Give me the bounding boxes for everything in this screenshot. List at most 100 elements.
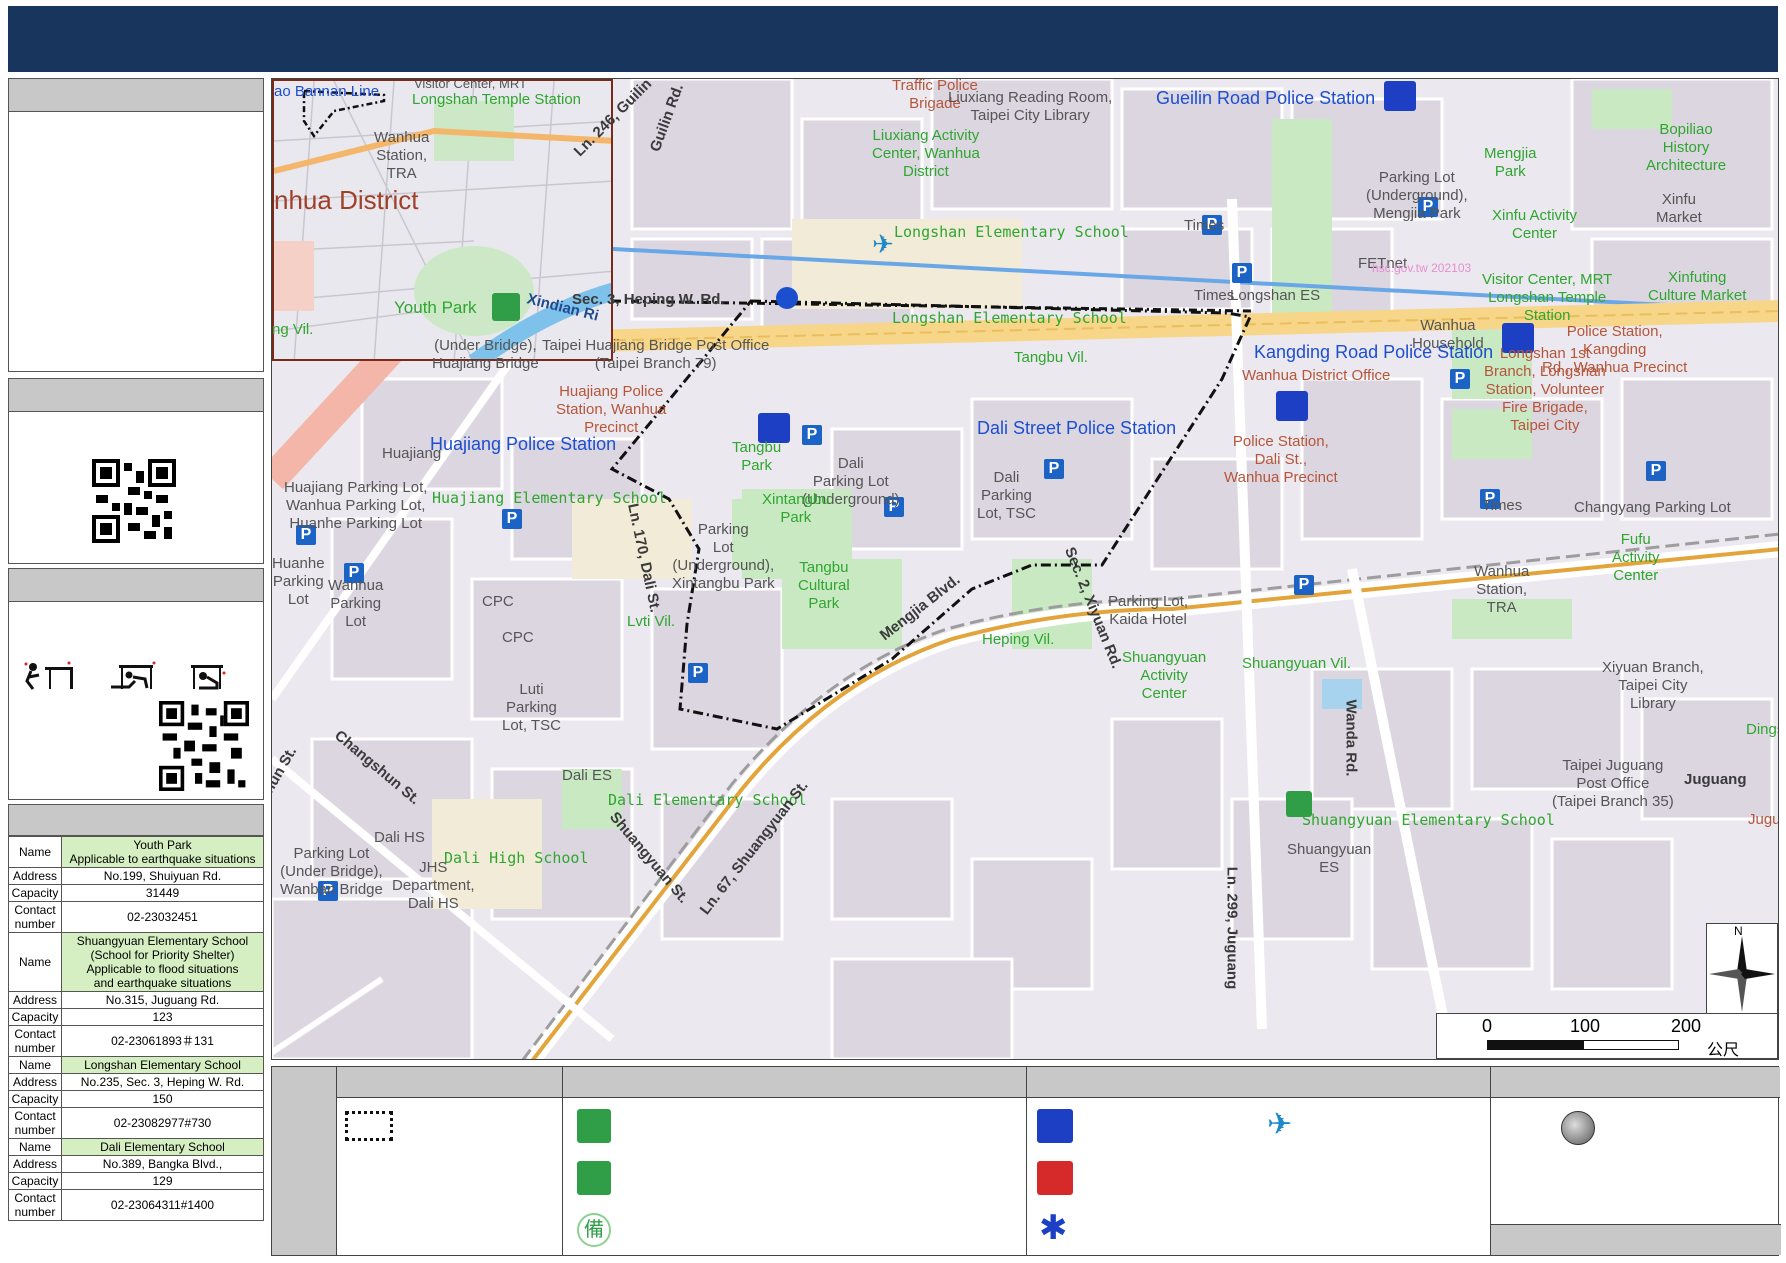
qr-panel <box>8 378 264 564</box>
shelter-name: Longshan Elementary School <box>61 1056 264 1074</box>
info-panel <box>8 78 264 372</box>
helicopter-icon: ✈ <box>1267 1108 1293 1141</box>
place-label: Parking Lot (Underground), Mengjia Park <box>1366 169 1468 222</box>
parking-icon: P <box>688 663 708 683</box>
place-label: Jugu <box>1748 811 1779 828</box>
place-label: Times <box>1482 497 1523 514</box>
place-label: Mengjia Park <box>1484 145 1537 180</box>
place-label: Shuangyuan Activity Center <box>1122 649 1207 702</box>
legend-column-header <box>1027 1067 1490 1098</box>
place-label: Gueilin Road Police Station <box>1156 88 1376 108</box>
legend-column-shelters: 備 <box>562 1067 1026 1255</box>
legend-column-header <box>1491 1067 1780 1098</box>
shelter-contact: 02-23064311#1400 <box>61 1189 264 1221</box>
qr-code[interactable] <box>92 459 176 543</box>
place-label: Taipei Huajiang Bridge Post Office (Taip… <box>542 337 770 372</box>
shelter-capacity: 150 <box>61 1090 264 1108</box>
scale-tick-100: 100 <box>1570 1016 1601 1036</box>
shelter-icon <box>577 1109 611 1143</box>
drop-cover-panel-header <box>9 569 263 602</box>
legend-title-column <box>272 1067 336 1255</box>
place-label: Huajiang Police Station <box>430 434 617 454</box>
place-label: Huanhe Parking Lot <box>272 555 325 608</box>
inset-base <box>274 81 611 359</box>
place-label: Longshan Elementary School <box>894 223 1129 241</box>
place-label: Huajiang Police Station, Wanhua Precinct <box>556 383 667 436</box>
medical-icon: ✱ <box>1039 1209 1068 1247</box>
place-label: Tangbu Park <box>732 439 782 474</box>
north-arrow: N <box>1706 923 1778 1015</box>
shelter-key: Contact number <box>8 901 62 933</box>
park-icon <box>577 1161 611 1195</box>
place-label: Juguang <box>1684 771 1747 788</box>
legend-footer-bar <box>1491 1224 1781 1255</box>
place-label: Parking Lot, Kaida Hotel <box>1108 593 1189 628</box>
shelter-panel-header <box>8 804 264 836</box>
place-label: Changyang Parking Lot <box>1574 499 1731 516</box>
scale-tick-200: 200 <box>1671 1016 1702 1036</box>
qr-code-2[interactable] <box>159 701 249 791</box>
shelter-key: Capacity <box>8 884 62 902</box>
inset-label-longshan-temple: Longshan Temple Station <box>412 91 582 108</box>
grey-circle-icon <box>1561 1111 1595 1145</box>
inset-label-wanhua-station: Wanhua Station, TRA <box>374 129 430 182</box>
table-row: Capacity 123 <box>8 1008 264 1026</box>
parking-icon: P <box>802 425 822 445</box>
shelter-key: Name <box>8 836 62 868</box>
place-label: Visitor Center, MRT Longshan Temple Stat… <box>1482 271 1613 324</box>
drop-cover-panel <box>8 568 264 800</box>
map-frame[interactable]: ao Bannan Line Visitor Center, MRT Longs… <box>271 78 1779 1060</box>
qr-code-graphic <box>92 459 176 543</box>
parking-icon: P <box>1294 575 1314 595</box>
place-label: Wanhua Station, TRA <box>1474 563 1530 616</box>
scale-unit: 公尺 <box>1707 1042 1740 1059</box>
legend-column-other <box>1490 1067 1781 1255</box>
fire-icon <box>1037 1161 1073 1195</box>
shelter-key: Name <box>8 1138 62 1156</box>
drop-icon <box>24 661 73 690</box>
shelter-key: Address <box>8 991 62 1009</box>
place-label: Longshan ES <box>1230 287 1321 304</box>
place-label: Times <box>1184 217 1225 234</box>
place-label: Xinfu Market <box>1656 191 1702 226</box>
shelter-name: Dali Elementary School <box>61 1138 264 1156</box>
place-label: Longshan 1st Branch, Longshan Station, V… <box>1484 345 1606 434</box>
place-label: Longshan Elementary School <box>892 309 1127 327</box>
shelter-key: Name <box>8 932 62 992</box>
shelter-key: Capacity <box>8 1090 62 1108</box>
street-label: Ln. 299, Juguang <box>1223 866 1241 990</box>
shelter-panel-header-bar <box>9 805 263 835</box>
place-label: Wanhua District Office <box>1242 367 1391 384</box>
place-label: Dali Street Police Station <box>977 418 1177 438</box>
place-label: Liuxiang Reading Room, Taipei City Libra… <box>948 89 1113 124</box>
table-row: Capacity 150 <box>8 1090 264 1108</box>
parking-icon: P <box>502 509 522 529</box>
police-icon[interactable] <box>1384 81 1416 111</box>
place-label: Xinfu Activity Center <box>1492 207 1578 242</box>
legend-column-header <box>337 1067 562 1098</box>
metro-icon <box>776 287 798 309</box>
shelter-name: Shuangyuan Elementary School (School for… <box>61 932 264 992</box>
place-label: Shuangyuan ES <box>1287 841 1372 876</box>
inset-label-mrt: ao Bannan Line <box>274 83 380 100</box>
place-label: Luti Parking Lot, TSC <box>502 681 561 734</box>
compass-rose-icon <box>1709 936 1775 1012</box>
shelter-table: Name Youth Park Applicable to earthquake … <box>8 836 264 1221</box>
header-bar <box>8 6 1778 72</box>
shelter-capacity: 31449 <box>61 884 264 902</box>
table-row: Address No.315, Juguang Rd. <box>8 991 264 1009</box>
legend-panel: 備 ✱ ✈ <box>271 1066 1781 1256</box>
scale-bar-white <box>1583 1040 1679 1050</box>
table-row: Address No.199, Shuiyuan Rd. <box>8 867 264 885</box>
inset-map[interactable]: ao Bannan Line Visitor Center, MRT Longs… <box>272 79 613 361</box>
place-label: Tangbu Vil. <box>1014 349 1088 366</box>
shelter-key: Name <box>8 1056 62 1074</box>
legend-column-services: ✱ ✈ <box>1026 1067 1490 1255</box>
place-label: Huajiang <box>382 445 442 462</box>
table-row: Name Shuangyuan Elementary School (School… <box>8 932 264 992</box>
table-row: Address No.235, Sec. 3, Heping W. Rd. <box>8 1073 264 1091</box>
table-row: Name Youth Park Applicable to earthquake … <box>8 836 264 868</box>
place-label: Dali Parking Lot, TSC <box>977 469 1036 522</box>
place-label: Tangbu Cultural Park <box>798 559 850 612</box>
police-icon[interactable] <box>1276 391 1308 421</box>
